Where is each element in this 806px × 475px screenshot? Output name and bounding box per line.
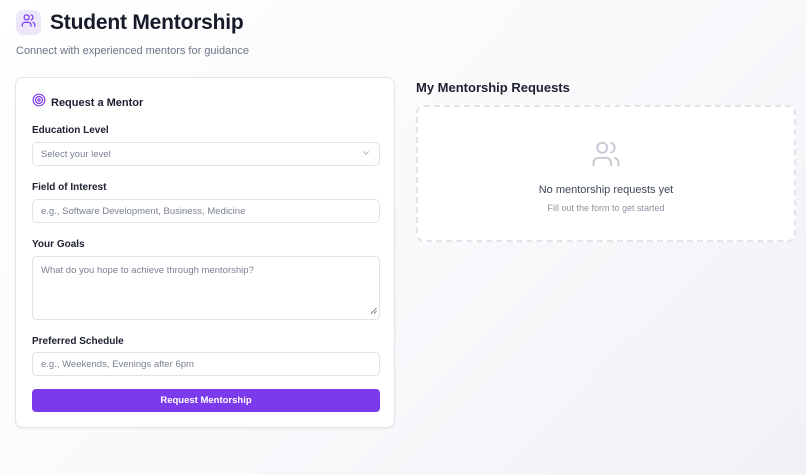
goals-label: Your Goals bbox=[32, 239, 85, 250]
field-of-interest-placeholder: e.g., Software Development, Business, Me… bbox=[41, 205, 246, 217]
field-of-interest-label: Field of Interest bbox=[32, 182, 107, 193]
requests-section-title: My Mentorship Requests bbox=[416, 80, 570, 95]
preferred-schedule-placeholder: e.g., Weekends, Evenings after 6pm bbox=[41, 358, 194, 370]
field-of-interest-input[interactable]: e.g., Software Development, Business, Me… bbox=[32, 199, 380, 223]
resize-handle-icon[interactable] bbox=[370, 306, 377, 317]
page-header: Student Mentorship Connect with experien… bbox=[16, 10, 249, 57]
users-icon bbox=[591, 139, 621, 174]
preferred-schedule-input[interactable]: e.g., Weekends, Evenings after 6pm bbox=[32, 352, 380, 376]
requests-empty-state: No mentorship requests yet Fill out the … bbox=[416, 105, 796, 242]
title-row: Student Mentorship bbox=[16, 10, 249, 35]
chevron-down-icon bbox=[361, 148, 371, 161]
request-form-card: Request a Mentor Education Level Select … bbox=[15, 77, 395, 428]
form-header: Request a Mentor bbox=[32, 93, 143, 112]
empty-state-title: No mentorship requests yet bbox=[538, 184, 674, 196]
target-icon bbox=[32, 93, 46, 112]
education-level-select[interactable]: Select your level bbox=[32, 142, 380, 166]
logo-badge bbox=[16, 10, 41, 35]
goals-placeholder: What do you hope to achieve through ment… bbox=[41, 265, 254, 276]
users-icon bbox=[21, 13, 36, 33]
page-title: Student Mentorship bbox=[50, 10, 244, 34]
form-title: Request a Mentor bbox=[51, 96, 144, 109]
preferred-schedule-label: Preferred Schedule bbox=[32, 336, 124, 347]
request-mentorship-button[interactable]: Request Mentorship bbox=[32, 389, 380, 412]
goals-textarea[interactable]: What do you hope to achieve through ment… bbox=[32, 256, 380, 320]
empty-state-subtitle: Fill out the form to get started bbox=[547, 203, 665, 213]
education-level-value: Select your level bbox=[41, 148, 111, 160]
page-subtitle: Connect with experienced mentors for gui… bbox=[16, 45, 249, 57]
education-level-label: Education Level bbox=[32, 125, 109, 136]
